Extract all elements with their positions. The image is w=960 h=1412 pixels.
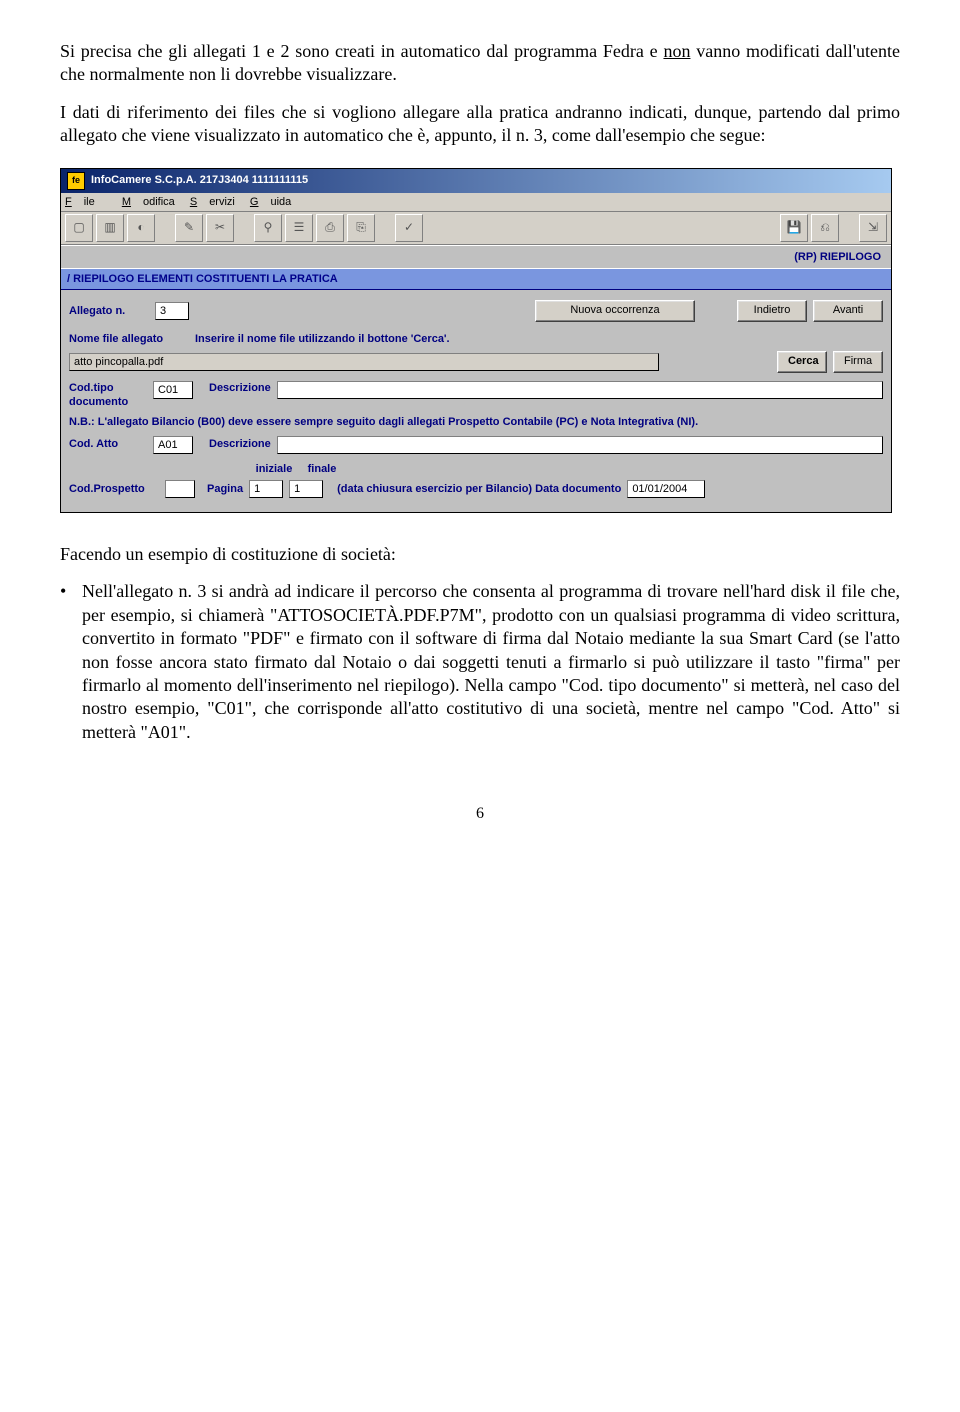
codatto-label: Cod. Atto [69,437,147,451]
menu-guida[interactable]: Guida [250,196,291,208]
firma-button[interactable]: Firma [833,351,883,373]
menu-file[interactable]: File [65,196,107,208]
fedra-app-window: fe InfoCamere S.C.p.A. 217J3404 11111111… [60,168,892,513]
codatto-field[interactable]: A01 [153,436,193,454]
datachiusura-label: (data chiusura esercizio per Bilancio) D… [337,482,621,496]
allegato-field[interactable]: 3 [155,302,189,320]
bullet-marker: • [60,580,82,744]
codtipo-label1: Cod.tipo [69,381,147,395]
codprospetto-field[interactable] [165,480,195,498]
descrizione-label-1: Descrizione [209,381,271,395]
paragraph-1: Si precisa che gli allegati 1 e 2 sono c… [60,40,900,87]
toolbar-btn-exit[interactable]: ⇲ [859,214,887,242]
menu-modifica[interactable]: Modifica [122,196,175,208]
toolbar-btn-6[interactable]: ⚲ [254,214,282,242]
toolbar-btn-5[interactable]: ✂ [206,214,234,242]
para1-text-b-underlined: non [663,41,690,61]
descrizione-field-1[interactable] [277,381,883,399]
finale-label: finale [301,462,343,476]
data-documento-field[interactable]: 01/01/2004 [627,480,705,498]
titlebar-text: InfoCamere S.C.p.A. 217J3404 1111111115 [91,173,308,187]
nomefile-label: Nome file allegato [69,332,189,346]
toolbar: ▢ ▥ ◐ ✎ ✂ ⚲ ☰ ⎙ ⎘ ✓ 💾 ⎌ ⇲ [61,212,891,245]
toolbar-btn-12[interactable]: ⎌ [811,214,839,242]
toolbar-btn-save[interactable]: 💾 [780,214,808,242]
nb-note: N.B.: L'allegato Bilancio (B00) deve ess… [69,415,883,429]
toolbar-btn-8[interactable]: ⎙ [316,214,344,242]
toolbar-btn-4[interactable]: ✎ [175,214,203,242]
iniziale-label: iniziale [253,462,295,476]
toolbar-btn-1[interactable]: ▢ [65,214,93,242]
app-icon: fe [67,172,85,190]
toolbar-btn-3[interactable]: ◐ [127,214,155,242]
bullet-text: Nell'allegato n. 3 si andrà ad indicare … [82,580,900,744]
page-number: 6 [60,804,900,825]
indietro-button[interactable]: Indietro [737,300,807,322]
paragraph-3: Facendo un esempio di costituzione di so… [60,543,900,566]
pagina-finale-field[interactable]: 1 [289,480,323,498]
toolbar-btn-7[interactable]: ☰ [285,214,313,242]
para1-text-a: Si precisa che gli allegati 1 e 2 sono c… [60,41,663,61]
toolbar-btn-2[interactable]: ▥ [96,214,124,242]
bullet-item: • Nell'allegato n. 3 si andrà ad indicar… [60,580,900,744]
allegato-label: Allegato n. [69,304,149,318]
toolbar-btn-10[interactable]: ✓ [395,214,423,242]
menubar: File Modifica Servizi Guida [61,193,891,212]
nomefile-hint: Inserire il nome file utilizzando il bot… [195,332,450,346]
pagina-label: Pagina [207,482,243,496]
avanti-button[interactable]: Avanti [813,300,883,322]
titlebar: fe InfoCamere S.C.p.A. 217J3404 11111111… [61,169,891,193]
rp-label: (RP) RIEPILOGO [61,245,891,268]
codtipo-label2: documento [69,395,147,409]
section-title: / RIEPILOGO ELEMENTI COSTITUENTI LA PRAT… [61,268,891,290]
cerca-button[interactable]: Cerca [777,351,827,373]
nomefile-field[interactable]: atto pincopalla.pdf [69,353,659,371]
descrizione-label-2: Descrizione [209,437,271,451]
codprospetto-label: Cod.Prospetto [69,482,159,496]
menu-servizi[interactable]: Servizi [190,196,235,208]
pagina-iniziale-field[interactable]: 1 [249,480,283,498]
codtipo-field[interactable]: C01 [153,381,193,399]
descrizione-field-2[interactable] [277,436,883,454]
nuova-occorrenza-button[interactable]: Nuova occorrenza [535,300,695,322]
form-area: Allegato n. 3 Nuova occorrenza Indietro … [61,290,891,511]
paragraph-2: I dati di riferimento dei files che si v… [60,101,900,148]
toolbar-btn-9[interactable]: ⎘ [347,214,375,242]
